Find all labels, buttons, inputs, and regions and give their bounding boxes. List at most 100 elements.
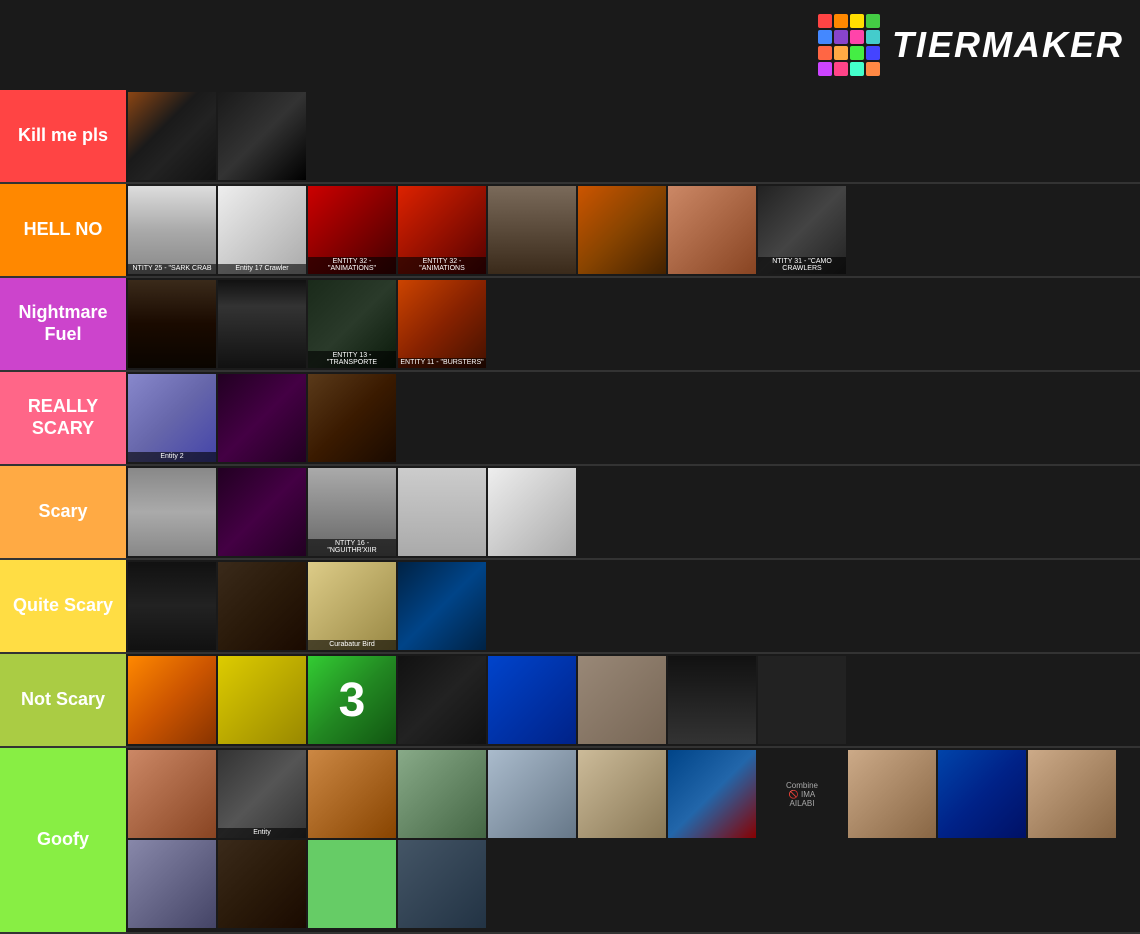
list-item[interactable] xyxy=(938,750,1026,838)
item-image xyxy=(578,656,666,744)
tier-items-kill xyxy=(126,90,1140,182)
item-image xyxy=(488,468,576,556)
tier-label-quitescary: Quite Scary xyxy=(0,560,126,652)
tier-label-hellno: HELL NO xyxy=(0,184,126,276)
item-image: Combine🚫 IMAAILABI xyxy=(758,750,846,838)
list-item[interactable] xyxy=(488,186,576,274)
item-image xyxy=(488,186,576,274)
list-item[interactable]: Combine🚫 IMAAILABI xyxy=(758,750,846,838)
list-item[interactable]: ENTITY 32 - "ANIMATIONS" xyxy=(308,186,396,274)
list-item[interactable] xyxy=(128,468,216,556)
item-image xyxy=(128,656,216,744)
list-item[interactable] xyxy=(128,280,216,368)
tier-row-scary: Scary NTITY 16 - "NGUITHR'XIIR xyxy=(0,466,1140,560)
list-item[interactable]: Entity xyxy=(218,750,306,838)
list-item[interactable]: NTITY 31 - "CAMO CRAWLERS xyxy=(758,186,846,274)
list-item[interactable]: Curabatur Bird xyxy=(308,562,396,650)
logo-cell xyxy=(850,62,864,76)
item-image xyxy=(1028,750,1116,838)
tier-row-reallyscary: REALLY SCARY Entity 2 xyxy=(0,372,1140,466)
tier-label-nightmare: Nightmare Fuel xyxy=(0,278,126,370)
list-item[interactable] xyxy=(128,750,216,838)
logo-icon xyxy=(818,14,880,76)
list-item[interactable] xyxy=(1028,750,1116,838)
tier-row-goofy: Goofy Entity xyxy=(0,748,1140,934)
item-image xyxy=(578,750,666,838)
list-item[interactable] xyxy=(128,656,216,744)
logo-cell xyxy=(866,14,880,28)
list-item[interactable] xyxy=(578,750,666,838)
item-image xyxy=(938,750,1026,838)
list-item[interactable]: Entity 17 Crawler xyxy=(218,186,306,274)
list-item[interactable] xyxy=(218,92,306,180)
item-image xyxy=(398,468,486,556)
list-item[interactable] xyxy=(398,840,486,928)
list-item[interactable] xyxy=(488,656,576,744)
item-image xyxy=(218,374,306,462)
list-item[interactable] xyxy=(488,468,576,556)
item-image xyxy=(218,562,306,650)
list-item[interactable] xyxy=(398,468,486,556)
logo-cell xyxy=(850,14,864,28)
item-label: Entity 17 Crawler xyxy=(218,264,306,274)
list-item[interactable] xyxy=(218,656,306,744)
item-label: NTITY 16 - "NGUITHR'XIIR xyxy=(308,539,396,556)
item-image xyxy=(308,374,396,462)
list-item[interactable] xyxy=(308,374,396,462)
tier-row-kill: Kill me pls xyxy=(0,90,1140,184)
list-item[interactable] xyxy=(218,280,306,368)
tier-items-nightmare: ENTITY 13 - "TRANSPORTE ENTITY 11 - "BUR… xyxy=(126,278,1140,370)
list-item[interactable] xyxy=(128,840,216,928)
list-item[interactable] xyxy=(758,656,846,744)
tier-items-notscary: 3 xyxy=(126,654,1140,746)
logo-cell xyxy=(818,30,832,44)
item-image xyxy=(218,280,306,368)
list-item[interactable]: 3 xyxy=(308,656,396,744)
item-label: Entity 2 xyxy=(128,452,216,462)
list-item[interactable] xyxy=(398,656,486,744)
list-item[interactable]: Entity 2 xyxy=(128,374,216,462)
list-item[interactable]: ENTITY 32 - "ANIMATIONS xyxy=(398,186,486,274)
tier-items-goofy: Entity Combine🚫 IMAAILABI xyxy=(126,748,1140,932)
item-image xyxy=(488,656,576,744)
list-item[interactable] xyxy=(488,750,576,838)
item-image xyxy=(218,186,306,274)
list-item[interactable] xyxy=(128,562,216,650)
item-image xyxy=(848,750,936,838)
list-item[interactable] xyxy=(128,92,216,180)
list-item[interactable] xyxy=(668,186,756,274)
item-image xyxy=(128,374,216,462)
list-item[interactable] xyxy=(218,468,306,556)
list-item[interactable] xyxy=(218,840,306,928)
logo-cell xyxy=(866,46,880,60)
item-image xyxy=(218,750,306,838)
list-item[interactable]: ENTITY 11 - "BURSTERS" xyxy=(398,280,486,368)
logo-cell xyxy=(834,62,848,76)
logo-cell xyxy=(818,62,832,76)
logo-cell xyxy=(834,46,848,60)
list-item[interactable] xyxy=(578,186,666,274)
list-item[interactable]: ENTITY 13 - "TRANSPORTE xyxy=(308,280,396,368)
no-image-text: Combine🚫 IMAAILABI xyxy=(782,777,822,812)
list-item[interactable] xyxy=(848,750,936,838)
list-item[interactable] xyxy=(218,562,306,650)
item-image xyxy=(128,92,216,180)
list-item[interactable] xyxy=(398,750,486,838)
list-item[interactable] xyxy=(308,840,396,928)
list-item[interactable] xyxy=(578,656,666,744)
logo-cell xyxy=(818,14,832,28)
list-item[interactable]: NTITY 16 - "NGUITHR'XIIR xyxy=(308,468,396,556)
list-item[interactable] xyxy=(308,750,396,838)
list-item[interactable] xyxy=(398,562,486,650)
list-item[interactable] xyxy=(668,750,756,838)
list-item[interactable]: NTITY 25 - "SARK CRAB xyxy=(128,186,216,274)
item-image xyxy=(488,750,576,838)
list-item[interactable] xyxy=(218,374,306,462)
item-image xyxy=(128,750,216,838)
item-label: ENTITY 13 - "TRANSPORTE xyxy=(308,351,396,368)
logo-cell xyxy=(850,30,864,44)
list-item[interactable] xyxy=(668,656,756,744)
item-image xyxy=(128,468,216,556)
tier-row-notscary: Not Scary 3 xyxy=(0,654,1140,748)
tier-label-goofy: Goofy xyxy=(0,748,126,932)
